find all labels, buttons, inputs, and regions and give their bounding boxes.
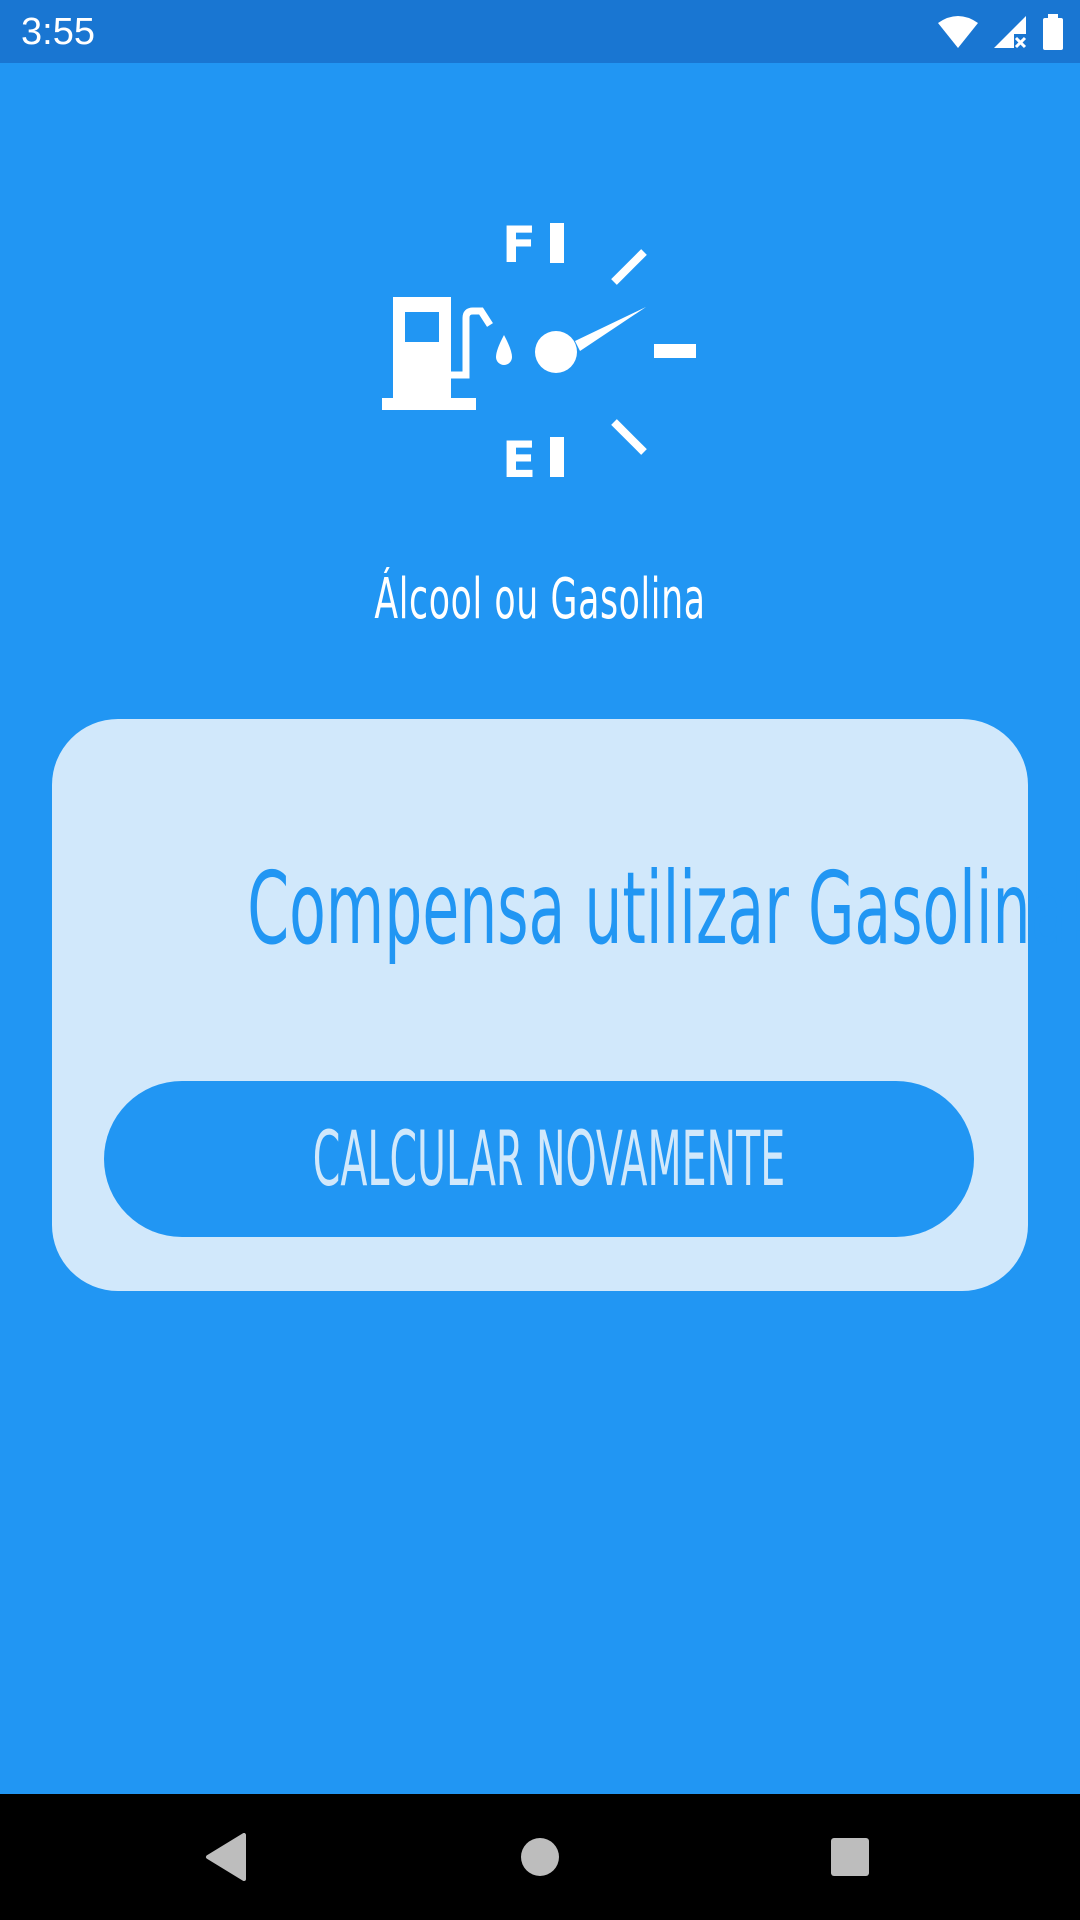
status-icons [938, 12, 1064, 52]
back-icon[interactable] [196, 1827, 256, 1887]
navigation-bar [0, 1794, 1080, 1920]
battery-icon [1042, 14, 1064, 50]
app-title: Álcool ou Gasolina [374, 567, 706, 632]
fuel-gauge-icon: F E [380, 215, 700, 489]
calculate-again-button[interactable]: CALCULAR NOVAMENTE [104, 1081, 974, 1237]
svg-text:F: F [502, 216, 536, 274]
result-message: Compensa utilizar Gasolina! [247, 850, 1080, 967]
status-time: 3:55 [21, 11, 95, 53]
home-icon[interactable] [510, 1827, 570, 1887]
svg-text:E: E [502, 431, 536, 485]
calculate-again-label: CALCULAR NOVAMENTE [312, 1114, 786, 1203]
signal-icon [992, 14, 1028, 50]
wifi-icon [938, 15, 978, 49]
result-card: Compensa utilizar Gasolina! CALCULAR NOV… [52, 719, 1080, 1291]
status-bar: 3:55 [0, 0, 1080, 63]
recent-apps-icon[interactable] [820, 1827, 880, 1887]
